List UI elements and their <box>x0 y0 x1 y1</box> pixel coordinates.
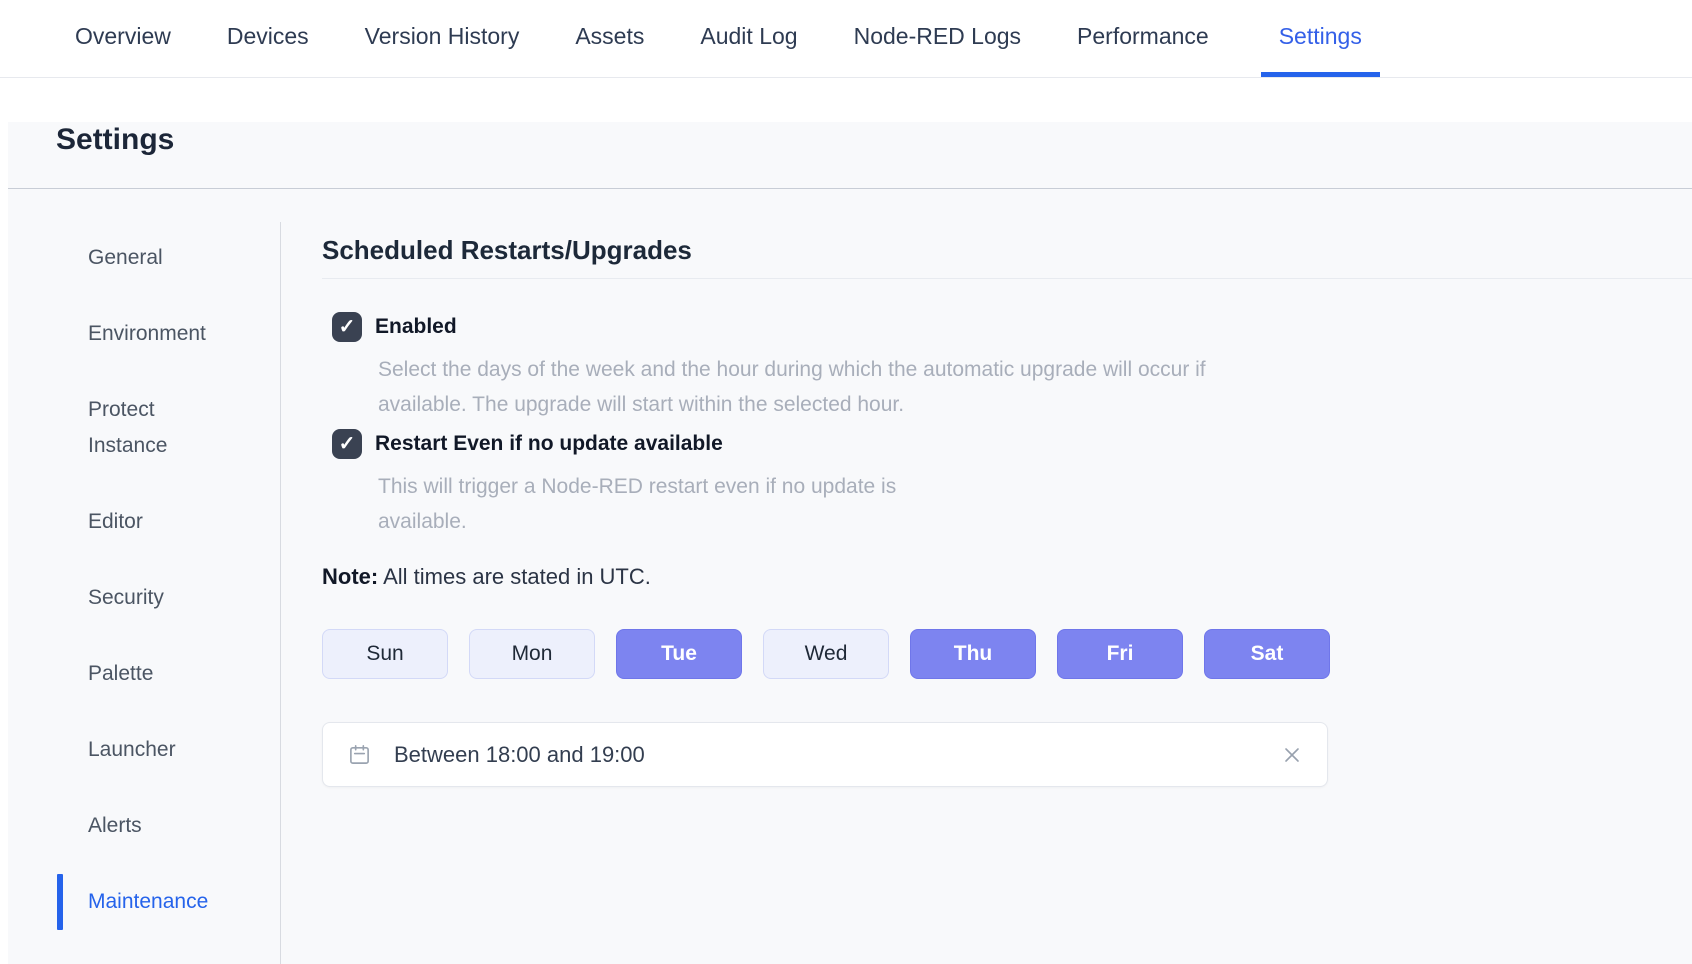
day-button-fri[interactable]: Fri <box>1057 629 1183 679</box>
note-label: Note: <box>322 564 378 589</box>
restart-description: This will trigger a Node-RED restart eve… <box>378 469 968 539</box>
day-button-mon[interactable]: Mon <box>469 629 595 679</box>
sidebar-item-maintenance[interactable]: Maintenance <box>88 884 228 920</box>
restart-checkbox[interactable]: ✓ <box>332 429 362 459</box>
day-button-sun[interactable]: Sun <box>322 629 448 679</box>
active-indicator-bar <box>57 874 63 930</box>
tab-assets[interactable]: Assets <box>575 0 644 77</box>
day-button-tue[interactable]: Tue <box>616 629 742 679</box>
sidebar-item-editor[interactable]: Editor <box>88 504 228 540</box>
day-button-wed[interactable]: Wed <box>763 629 889 679</box>
check-icon: ✓ <box>339 317 356 337</box>
clear-time-icon[interactable] <box>1282 745 1302 765</box>
sidebar-item-label: Maintenance <box>88 890 208 913</box>
sidebar-item-general[interactable]: General <box>88 240 228 276</box>
sidebar-item-protect-instance[interactable]: Protect Instance <box>88 392 228 464</box>
tab-performance[interactable]: Performance <box>1077 0 1209 77</box>
restart-label[interactable]: Restart Even if no update available <box>375 432 723 456</box>
tab-overview[interactable]: Overview <box>75 0 171 77</box>
tab-devices[interactable]: Devices <box>227 0 309 77</box>
restart-checkbox-row: ✓ Restart Even if no update available <box>322 429 1692 459</box>
time-window-value: Between 18:00 and 19:00 <box>394 742 645 768</box>
tab-version-history[interactable]: Version History <box>365 0 520 77</box>
settings-page: Settings General Environment Protect Ins… <box>8 122 1692 964</box>
maintenance-panel: Scheduled Restarts/Upgrades ✓ Enabled Se… <box>281 189 1692 964</box>
tab-settings[interactable]: Settings <box>1261 0 1380 77</box>
day-button-thu[interactable]: Thu <box>910 629 1036 679</box>
instance-tab-bar: Overview Devices Version History Assets … <box>0 0 1692 78</box>
utc-note: Note: All times are stated in UTC. <box>322 563 1692 591</box>
sidebar-item-alerts[interactable]: Alerts <box>88 808 228 844</box>
section-divider <box>322 278 1692 279</box>
check-icon: ✓ <box>339 434 356 454</box>
enabled-checkbox-row: ✓ Enabled <box>322 312 1692 342</box>
sidebar-item-security[interactable]: Security <box>88 580 228 616</box>
sidebar-item-launcher[interactable]: Launcher <box>88 732 228 768</box>
sidebar-item-environment[interactable]: Environment <box>88 316 228 352</box>
tab-node-red-logs[interactable]: Node-RED Logs <box>854 0 1021 77</box>
calendar-icon <box>348 743 371 766</box>
settings-sidebar: General Environment Protect Instance Edi… <box>8 189 280 964</box>
enabled-description: Select the days of the week and the hour… <box>378 352 1238 422</box>
day-selector: Sun Mon Tue Wed Thu Fri Sat <box>322 629 1692 679</box>
time-window-input[interactable]: Between 18:00 and 19:00 <box>322 722 1328 787</box>
day-button-sat[interactable]: Sat <box>1204 629 1330 679</box>
section-heading: Scheduled Restarts/Upgrades <box>322 234 1692 266</box>
enabled-checkbox[interactable]: ✓ <box>332 312 362 342</box>
enabled-label[interactable]: Enabled <box>375 315 457 339</box>
page-title: Settings <box>56 122 1692 158</box>
tab-audit-log[interactable]: Audit Log <box>700 0 797 77</box>
note-text: All times are stated in UTC. <box>383 564 651 589</box>
sidebar-item-palette[interactable]: Palette <box>88 656 228 692</box>
